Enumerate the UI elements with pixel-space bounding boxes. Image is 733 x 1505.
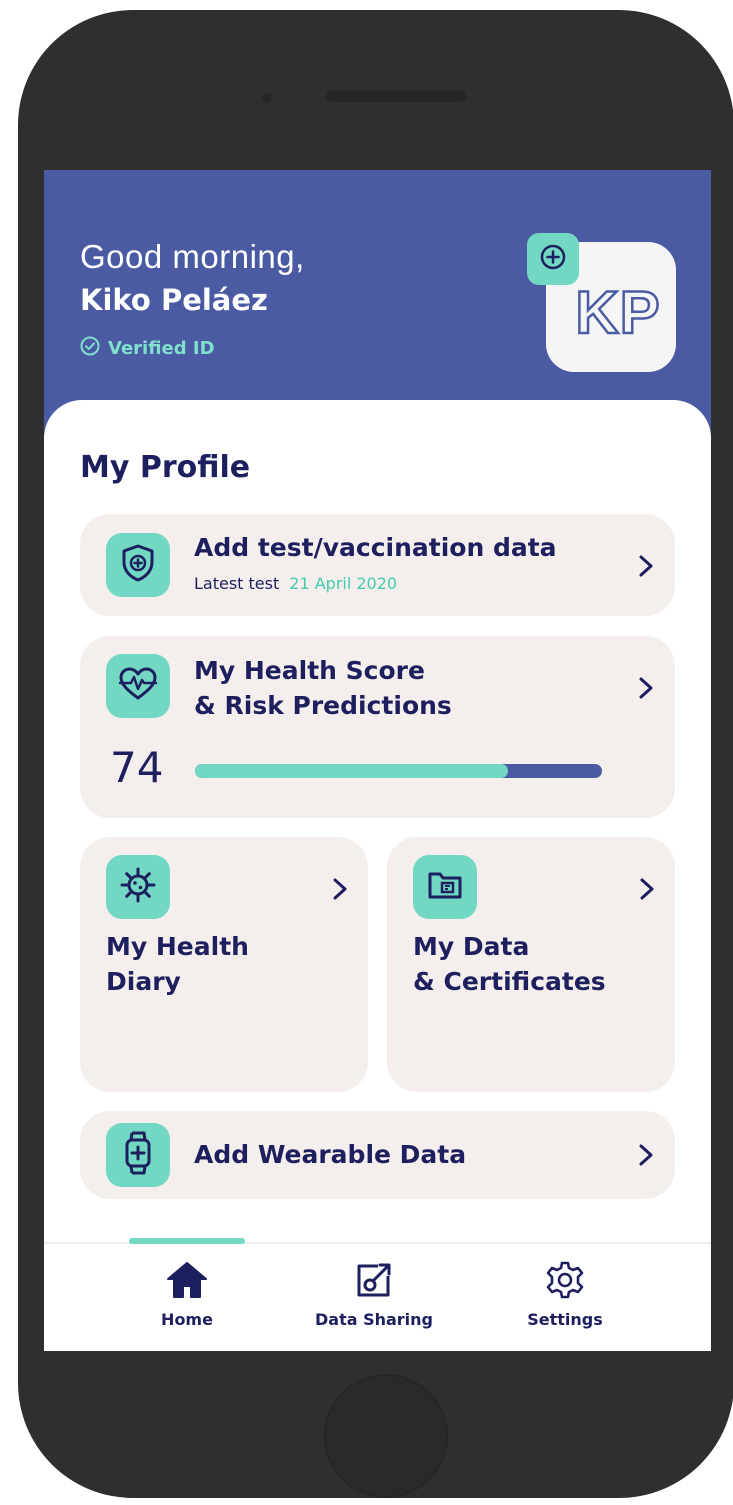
heart-pulse-icon (118, 667, 158, 705)
add-test-card[interactable]: Add test/vaccination data Latest test 21 … (80, 514, 675, 616)
health-score-title-line1: My Health Score (194, 656, 425, 685)
latest-test-label: Latest test (194, 574, 280, 593)
nav-settings-label: Settings (527, 1310, 603, 1329)
profile-sheet: My Profile Add test/vaccination data Lat… (44, 400, 711, 1351)
data-certificates-title-line1: My Data (413, 932, 530, 961)
camera-dot (262, 93, 272, 103)
health-diary-title-line2: Diary (106, 967, 181, 996)
bottom-navigation: Home Data Sharing Settings (44, 1238, 711, 1351)
greeting-text: Good morning, (80, 238, 305, 275)
latest-test-date: 21 April 2020 (289, 574, 398, 593)
gear-icon (543, 1258, 587, 1302)
nav-data-sharing-label: Data Sharing (314, 1310, 434, 1329)
nav-home[interactable]: Home (102, 1258, 272, 1329)
nav-home-label: Home (161, 1310, 213, 1329)
data-certificates-card[interactable]: My Data & Certificates (387, 837, 675, 1092)
health-diary-title-line1: My Health (106, 932, 249, 961)
nav-settings[interactable]: Settings (480, 1258, 650, 1329)
health-score-value: 74 (110, 743, 164, 792)
virus-icon (118, 865, 158, 909)
latest-test-line: Latest test 21 April 2020 (194, 574, 397, 593)
heart-pulse-icon-box (106, 654, 170, 718)
share-icon (352, 1258, 396, 1302)
add-wearable-card[interactable]: Add Wearable Data (80, 1111, 675, 1199)
health-score-title-line2: & Risk Predictions (194, 691, 452, 720)
home-hardware-button[interactable] (324, 1374, 448, 1498)
add-wearable-title: Add Wearable Data (194, 1140, 467, 1169)
nav-data-sharing[interactable]: Data Sharing (289, 1258, 459, 1329)
health-score-progress-bar (195, 764, 602, 778)
active-tab-indicator (129, 1238, 245, 1244)
chevron-right-icon (639, 1144, 653, 1166)
shield-plus-icon-box (106, 533, 170, 597)
add-test-title: Add test/vaccination data (194, 533, 557, 562)
chevron-right-icon (333, 878, 347, 900)
health-score-progress-fill (195, 764, 509, 778)
add-photo-button[interactable] (527, 233, 579, 285)
verified-badge: Verified ID (80, 336, 215, 361)
data-certificates-title-line2: & Certificates (413, 967, 606, 996)
verified-label: Verified ID (108, 338, 215, 359)
chevron-right-icon (640, 878, 654, 900)
health-diary-card[interactable]: My Health Diary (80, 837, 368, 1092)
user-name: Kiko Peláez (80, 283, 268, 317)
check-circle-icon (80, 336, 100, 361)
chevron-right-icon (639, 555, 653, 577)
chevron-right-icon (639, 677, 653, 699)
smartwatch-icon (123, 1131, 153, 1179)
watch-icon-box (106, 1123, 170, 1187)
health-score-card[interactable]: My Health Score & Risk Predictions 74 (80, 636, 675, 818)
folder-icon (427, 869, 463, 905)
shield-plus-icon (121, 544, 155, 586)
plus-circle-icon (539, 243, 567, 275)
folder-icon-box (413, 855, 477, 919)
virus-icon-box (106, 855, 170, 919)
home-icon (165, 1258, 209, 1302)
speaker-grille (326, 91, 466, 102)
section-title: My Profile (80, 450, 251, 485)
app-screen: Good morning, Kiko Peláez Verified ID KP… (44, 170, 711, 1351)
